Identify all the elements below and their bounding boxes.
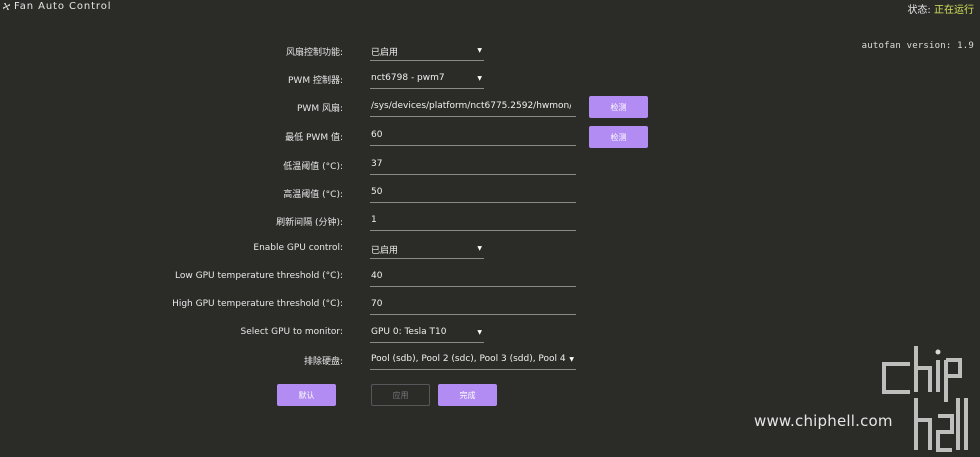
chevron-down-icon: ▼ [477, 75, 482, 82]
gpu-enable-value: 已启用 [371, 246, 399, 256]
gpu-select-value: GPU 0: Tesla T10 [371, 327, 447, 337]
gpu-enable-select[interactable]: 已启用 ▼ [370, 239, 484, 259]
row-gpu-high: High GPU temperature threshold (°C): 70 [0, 295, 980, 315]
high-temp-label: 高温阈值 (°C): [283, 190, 343, 200]
min-pwm-label: 最低 PWM 值: [285, 133, 343, 143]
gpu-high-input[interactable]: 70 [370, 295, 576, 315]
row-pwm-controller: PWM 控制器: nct6798 - pwm7 ▼ [0, 69, 980, 89]
pwm-fan-value: /sys/devices/platform/nct6775.2592/hwmon… [371, 101, 571, 111]
gpu-select-label: Select GPU to monitor: [240, 327, 343, 337]
pwm-fan-label: PWM 风扇: [297, 104, 343, 114]
row-gpu-select: Select GPU to monitor: GPU 0: Tesla T10 … [0, 323, 980, 343]
gpu-low-value: 40 [371, 271, 383, 281]
done-button[interactable]: 完成 [438, 384, 497, 406]
chevron-down-icon: ▼ [477, 47, 482, 54]
fan-icon [2, 2, 11, 11]
pwm-fan-input[interactable]: /sys/devices/platform/nct6775.2592/hwmon… [370, 97, 576, 117]
watermark: www.chiphell.com [752, 342, 980, 457]
default-button[interactable]: 默认 [277, 384, 336, 406]
pwm-controller-value: nct6798 - pwm7 [371, 73, 445, 83]
interval-input[interactable]: 1 [370, 211, 576, 231]
min-pwm-value: 60 [371, 130, 383, 140]
high-temp-value: 50 [371, 187, 383, 197]
row-interval: 刷新间隔 (分钟): 1 [0, 211, 980, 231]
apply-button[interactable]: 应用 [371, 384, 430, 406]
app-title: Fan Auto Control [14, 1, 112, 12]
min-pwm-input[interactable]: 60 [370, 126, 576, 146]
gpu-high-label: High GPU temperature threshold (°C): [172, 299, 343, 309]
fan-enable-value: 已启用 [371, 48, 399, 58]
exclude-disks-select[interactable]: Pool (sdb), Pool 2 (sdc), Pool 3 (sdd), … [370, 350, 576, 370]
gpu-enable-label: Enable GPU control: [253, 243, 343, 253]
gpu-low-label: Low GPU temperature threshold (°C): [175, 271, 343, 281]
exclude-disks-value: Pool (sdb), Pool 2 (sdc), Pool 3 (sdd), … [371, 354, 567, 364]
status-label: 状态: [907, 5, 931, 16]
chevron-down-icon: ▼ [477, 329, 482, 336]
row-gpu-enable: Enable GPU control: 已启用 ▼ [0, 239, 980, 259]
status-indicator: 状态: 正在运行 [907, 1, 974, 16]
interval-label: 刷新间隔 (分钟): [276, 218, 343, 228]
detect-min-pwm-button[interactable]: 检测 [589, 126, 648, 148]
pwm-controller-label: PWM 控制器: [288, 76, 343, 86]
row-min-pwm: 最低 PWM 值: 60 [0, 126, 980, 146]
chiphell-logo-icon [882, 346, 968, 452]
low-temp-label: 低温阈值 (°C): [283, 162, 343, 172]
gpu-low-input[interactable]: 40 [370, 267, 576, 287]
low-temp-input[interactable]: 37 [370, 155, 576, 175]
high-temp-input[interactable]: 50 [370, 183, 576, 203]
gpu-high-value: 70 [371, 299, 383, 309]
row-high-temp: 高温阈值 (°C): 50 [0, 183, 980, 203]
exclude-disks-label: 排除硬盘: [303, 357, 343, 367]
row-fan-enable: 风扇控制功能: 已启用 ▼ [0, 41, 980, 61]
row-gpu-low: Low GPU temperature threshold (°C): 40 [0, 267, 980, 287]
gpu-select-select[interactable]: GPU 0: Tesla T10 ▼ [370, 323, 484, 343]
row-pwm-fan: PWM 风扇: /sys/devices/platform/nct6775.25… [0, 97, 980, 117]
detect-fan-button[interactable]: 检测 [589, 96, 648, 118]
interval-value: 1 [371, 215, 377, 225]
row-low-temp: 低温阈值 (°C): 37 [0, 155, 980, 175]
fan-enable-select[interactable]: 已启用 ▼ [370, 41, 484, 61]
status-value: 正在运行 [934, 5, 974, 16]
pwm-controller-select[interactable]: nct6798 - pwm7 ▼ [370, 69, 484, 89]
title-bar: Fan Auto Control 状态: 正在运行 [0, 0, 980, 16]
chevron-down-icon: ▼ [569, 356, 574, 363]
fan-enable-label: 风扇控制功能: [285, 48, 343, 58]
low-temp-value: 37 [371, 159, 383, 169]
watermark-text: www.chiphell.com [754, 412, 893, 430]
chevron-down-icon: ▼ [477, 245, 482, 252]
